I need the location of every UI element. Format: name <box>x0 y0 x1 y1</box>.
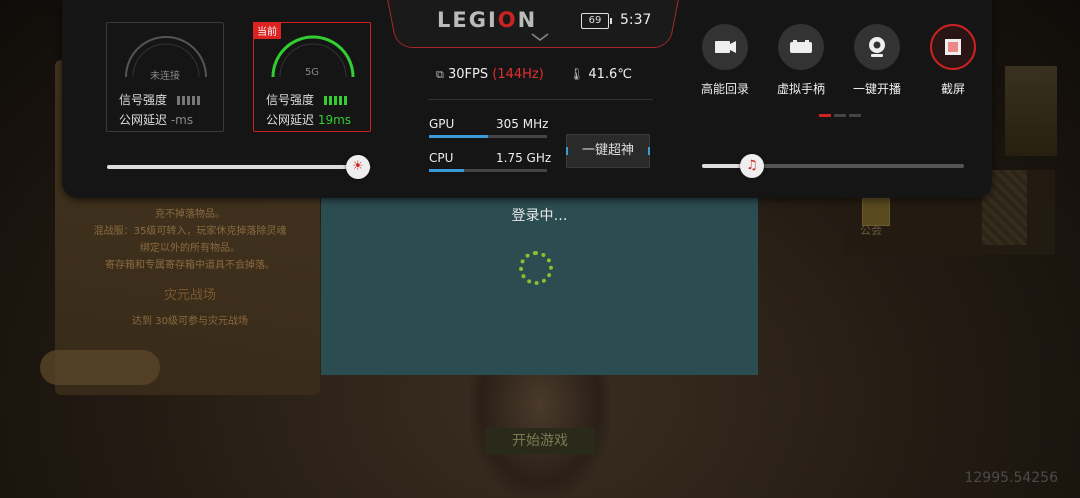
fps-icon: ⧉ <box>436 68 444 81</box>
wifi-network-card[interactable]: 未连接 信号强度 公网延迟 -ms <box>106 22 224 132</box>
refresh-rate: (144Hz) <box>492 67 544 82</box>
gamepad-icon <box>778 24 824 70</box>
brightness-icon[interactable]: ☀ <box>345 155 370 179</box>
clock: 5:37 <box>620 12 652 28</box>
scroll-footer: 达到 30级可参与灾元战场 <box>132 316 248 327</box>
brightness-slider[interactable]: ☀ <box>107 155 371 179</box>
tool-replay[interactable]: 高能回录 <box>690 24 760 97</box>
boost-button[interactable]: 一键超神 <box>566 134 650 168</box>
coordinate-readout: 12995.54256 <box>964 470 1058 486</box>
signal-label: 信号强度 <box>266 93 315 107</box>
thermometer-icon: 🌡 <box>569 67 585 81</box>
screenshot-icon <box>930 24 976 70</box>
signal-label: 信号强度 <box>119 93 168 107</box>
cpu-bar <box>429 169 547 172</box>
divider <box>428 99 653 100</box>
camera-record-icon <box>702 24 748 70</box>
cpu-value: 1.75 GHz <box>496 151 552 165</box>
music-note-icon[interactable]: ♫ <box>739 154 764 178</box>
scroll-roll <box>40 350 160 385</box>
wifi-status: 未连接 <box>150 71 180 82</box>
tool-label: 一键开播 <box>852 82 901 96</box>
union-label: 公会 <box>860 224 882 237</box>
page-indicator <box>849 114 861 117</box>
battery-icon: 69 <box>581 13 612 29</box>
login-status: 登录中… <box>511 208 568 224</box>
volume-slider[interactable]: ♫ <box>702 154 964 178</box>
signal-bars-icon <box>176 94 202 108</box>
network-type: 5G <box>304 67 320 78</box>
signal-bars-icon <box>323 94 349 108</box>
page-indicator-active <box>819 114 831 117</box>
cpu-fill <box>429 169 465 172</box>
latency-value: -ms <box>170 113 194 127</box>
webcam-icon <box>854 24 900 70</box>
collapse-chevron-icon[interactable] <box>530 30 550 46</box>
tool-screenshot[interactable]: 截屏 <box>918 24 988 97</box>
wifi-latency-row: 公网延迟 -ms <box>119 111 193 128</box>
gpu-value: 305 MHz <box>496 117 549 131</box>
loading-spinner-icon <box>519 251 553 285</box>
temperature-value: 41.6℃ <box>588 67 632 82</box>
cpu-label: CPU <box>429 151 454 165</box>
gpu-bar <box>429 135 547 138</box>
login-dialog: 登录中… <box>321 198 758 375</box>
scroll-line: 绑定以外的所有物品。 <box>140 243 240 254</box>
cellular-network-card[interactable]: 当前 5G 信号强度 公网延迟 19ms <box>253 22 371 132</box>
latency-label: 公网延迟 <box>266 113 315 127</box>
gpu-fill <box>429 135 488 138</box>
start-game-button[interactable]: 开始游戏 <box>485 428 595 454</box>
tool-label: 虚拟手柄 <box>776 82 825 96</box>
legion-logo: LEGION <box>437 8 538 32</box>
temperature-readout: 🌡 41.6℃ <box>569 67 632 82</box>
tool-live[interactable]: 一键开播 <box>842 24 912 97</box>
cellular-latency-row: 公网延迟 19ms <box>266 111 351 128</box>
scroll-line: 混战服：35级可转入，玩家休克掉落除灵魂 <box>93 226 287 237</box>
tool-label: 截屏 <box>940 82 965 96</box>
gpu-label: GPU <box>429 117 455 131</box>
latency-label: 公网延迟 <box>119 113 168 127</box>
tool-label: 高能回录 <box>700 82 749 96</box>
tool-gamepad[interactable]: 虚拟手柄 <box>766 24 836 97</box>
background-artwork <box>1005 66 1057 156</box>
brightness-fill <box>107 165 358 169</box>
scroll-line: 寄存箱和专属寄存箱中道具不会掉落。 <box>105 260 275 271</box>
latency-value: 19ms <box>317 113 352 127</box>
wifi-signal-row: 信号强度 <box>119 91 202 108</box>
cellular-signal-row: 信号强度 <box>266 91 349 108</box>
fps-value: 30FPS <box>448 67 489 82</box>
page-indicator <box>834 114 846 117</box>
fps-readout: ⧉ 30FPS (144Hz) <box>436 67 544 82</box>
scroll-line: 克不掉落物品。 <box>155 209 225 220</box>
scroll-title: 灾元战场 <box>163 288 216 303</box>
